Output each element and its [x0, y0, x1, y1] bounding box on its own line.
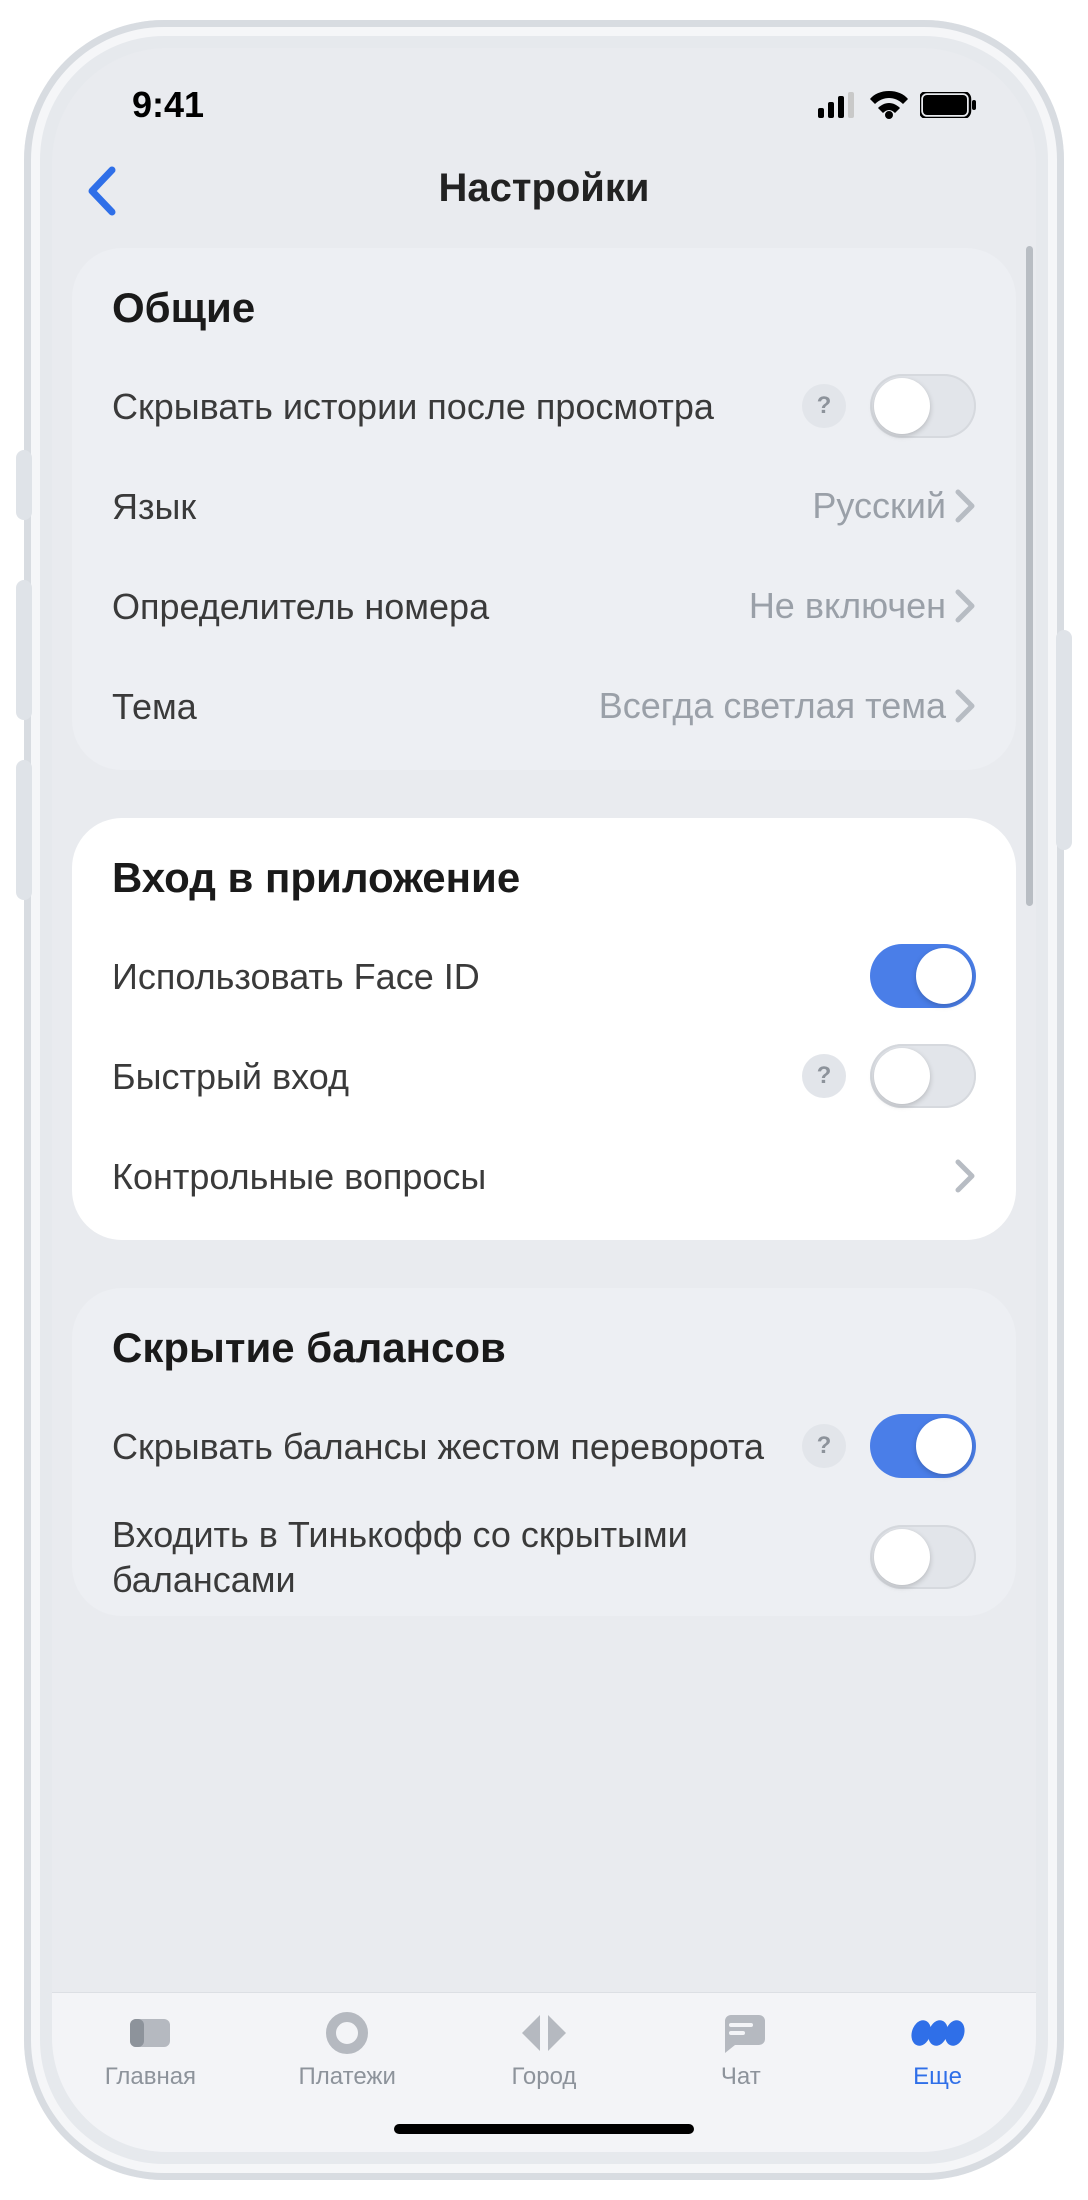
home-icon [122, 2011, 178, 2055]
back-button[interactable] [86, 166, 126, 216]
row-label: Использовать Face ID [112, 954, 870, 999]
row-label: Тема [112, 684, 599, 729]
tab-chat[interactable]: Чат [656, 2011, 826, 2091]
row-label: Входить в Тинькофф со скрытыми балансами [112, 1512, 870, 1602]
help-icon[interactable]: ? [802, 1424, 846, 1468]
row-label: Быстрый вход [112, 1054, 802, 1099]
section-balances-title: Скрытие балансов [112, 1324, 976, 1372]
battery-icon [920, 92, 976, 118]
help-icon[interactable]: ? [802, 1054, 846, 1098]
tab-more[interactable]: Еще [853, 2011, 1023, 2091]
row-label: Скрывать истории после просмотра [112, 384, 802, 429]
row-value: Всегда светлая тема [599, 685, 946, 727]
tab-label: Чат [721, 2063, 761, 2091]
row-face-id: Использовать Face ID [112, 926, 976, 1026]
scrollbar[interactable] [1026, 246, 1033, 906]
row-language[interactable]: Язык Русский [112, 456, 976, 556]
toggle-fast-login[interactable] [870, 1044, 976, 1108]
status-icons [818, 91, 976, 119]
chevron-right-icon [954, 1159, 976, 1193]
settings-scroll[interactable]: Общие Скрывать истории после просмотра ?… [52, 238, 1036, 1992]
tab-label: Город [512, 2063, 577, 2091]
row-fast-login: Быстрый вход ? [112, 1026, 976, 1126]
home-indicator[interactable] [394, 2124, 694, 2134]
row-hide-entry: Входить в Тинькофф со скрытыми балансами [112, 1496, 976, 1602]
more-icon [910, 2011, 966, 2055]
section-general-title: Общие [112, 284, 976, 332]
row-hide-stories: Скрывать истории после просмотра ? [112, 356, 976, 456]
toggle-hide-stories[interactable] [870, 374, 976, 438]
tab-label: Главная [105, 2063, 196, 2091]
section-login: Вход в приложение Использовать Face ID Б… [72, 818, 1016, 1240]
tab-payments[interactable]: Платежи [262, 2011, 432, 2091]
row-caller-id[interactable]: Определитель номера Не включен [112, 556, 976, 656]
phone-side-button [1056, 630, 1072, 850]
chat-icon [713, 2011, 769, 2055]
city-icon [516, 2011, 572, 2055]
section-login-title: Вход в приложение [112, 854, 976, 902]
toggle-face-id[interactable] [870, 944, 976, 1008]
tab-label: Платежи [299, 2063, 396, 2091]
phone-side-button [16, 580, 32, 720]
payments-icon [319, 2011, 375, 2055]
row-label: Скрывать балансы жестом переворота [112, 1424, 802, 1469]
row-value: Русский [812, 485, 946, 527]
status-time: 9:41 [132, 84, 204, 126]
help-icon[interactable]: ? [802, 384, 846, 428]
cellular-icon [818, 92, 858, 118]
row-label: Контрольные вопросы [112, 1154, 954, 1199]
row-hide-flip: Скрывать балансы жестом переворота ? [112, 1396, 976, 1496]
row-security-questions[interactable]: Контрольные вопросы [112, 1126, 976, 1226]
row-value: Не включен [749, 585, 946, 627]
phone-side-button [16, 760, 32, 900]
row-label: Язык [112, 484, 812, 529]
chevron-left-icon [86, 166, 118, 216]
tab-home[interactable]: Главная [65, 2011, 235, 2091]
toggle-hide-entry[interactable] [870, 1525, 976, 1589]
chevron-right-icon [954, 689, 976, 723]
tab-label: Еще [913, 2063, 962, 2091]
toggle-hide-flip[interactable] [870, 1414, 976, 1478]
page-title: Настройки [52, 166, 1036, 211]
phone-frame: 9:41 Настройки Общие [24, 20, 1064, 2180]
section-balances: Скрытие балансов Скрывать балансы жестом… [72, 1288, 1016, 1616]
wifi-icon [870, 91, 908, 119]
status-bar: 9:41 [52, 48, 1036, 138]
chevron-right-icon [954, 589, 976, 623]
phone-side-button [16, 450, 32, 520]
row-label: Определитель номера [112, 584, 749, 629]
tab-city[interactable]: Город [459, 2011, 629, 2091]
section-general: Общие Скрывать истории после просмотра ?… [72, 248, 1016, 770]
chevron-right-icon [954, 489, 976, 523]
nav-bar: Настройки [52, 138, 1036, 238]
row-theme[interactable]: Тема Всегда светлая тема [112, 656, 976, 756]
